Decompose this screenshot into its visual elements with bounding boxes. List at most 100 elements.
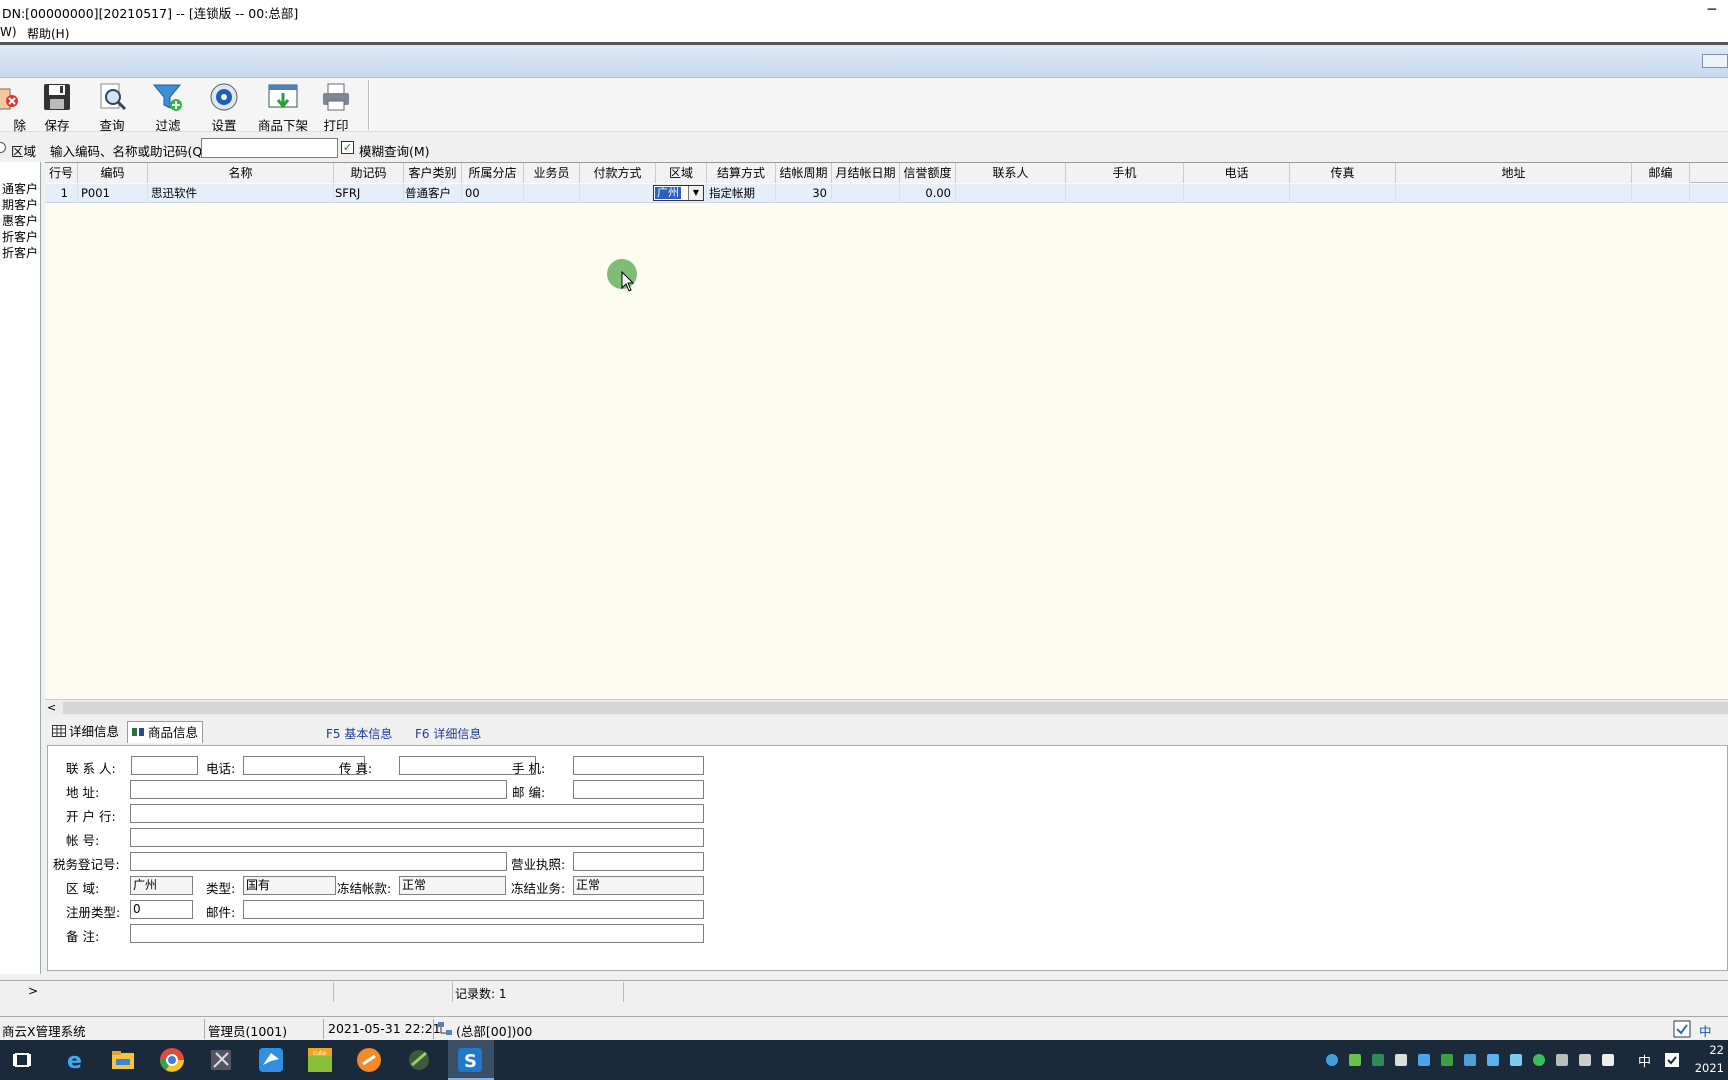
- expand-arrow-icon[interactable]: >: [28, 984, 38, 998]
- orange-app-icon[interactable]: [354, 1045, 384, 1075]
- save-button[interactable]: 保存: [31, 80, 83, 133]
- ime-indicator[interactable]: 中: [1699, 1021, 1712, 1040]
- region-radio[interactable]: [0, 142, 6, 153]
- cuteftp-icon[interactable]: cute: [305, 1045, 335, 1075]
- grid-horizontal-scrollbar[interactable]: <: [45, 699, 1728, 715]
- siyuan-app-icon[interactable]: S: [455, 1045, 485, 1075]
- chrome-icon[interactable]: [157, 1045, 187, 1075]
- ie-icon[interactable]: e: [60, 1045, 90, 1075]
- cell-cycle: 30: [776, 184, 832, 203]
- category-item[interactable]: 惠客户: [2, 212, 38, 229]
- tray-app-icon[interactable]: [1418, 1054, 1430, 1066]
- category-item[interactable]: 通客户: [2, 180, 38, 197]
- col-header-region[interactable]: 区域: [656, 163, 707, 183]
- col-header-payment[interactable]: 付款方式: [580, 163, 656, 183]
- tab-detail-info[interactable]: 详细信息: [49, 721, 123, 743]
- region-select[interactable]: 广州 ▼: [653, 185, 704, 201]
- category-item[interactable]: 折客户: [2, 244, 38, 261]
- tray-app-icon[interactable]: [1441, 1054, 1453, 1066]
- region-field[interactable]: 广州: [130, 876, 193, 895]
- taskbar-ime-indicator[interactable]: 中: [1638, 1051, 1651, 1070]
- chevron-down-icon[interactable]: ▼: [688, 186, 703, 200]
- tray-app-icon[interactable]: [1395, 1054, 1407, 1066]
- freeze-account-field[interactable]: 正常: [399, 876, 506, 895]
- col-header-category[interactable]: 客户类别: [404, 163, 462, 183]
- tax-field[interactable]: [130, 852, 507, 871]
- hint-f5: F5 基本信息: [326, 727, 393, 741]
- cell-payment: [580, 184, 656, 203]
- contact-label: 联 系 人:: [66, 761, 116, 776]
- col-header-address[interactable]: 地址: [1396, 163, 1632, 183]
- scrollbar-thumb[interactable]: [63, 702, 1728, 714]
- menu-bar: W) 帮助(H): [0, 22, 1728, 42]
- tray-app-icon[interactable]: [1556, 1054, 1568, 1066]
- col-header-settlement[interactable]: 结算方式: [707, 163, 776, 183]
- menu-item-help[interactable]: 帮助(H): [27, 25, 69, 42]
- col-header-fax[interactable]: 传真: [1290, 163, 1396, 183]
- task-view-icon[interactable]: [8, 1045, 38, 1075]
- tab-goods-info[interactable]: 商品信息: [127, 721, 204, 743]
- email-field[interactable]: [243, 900, 704, 919]
- tray-app-icon[interactable]: [1349, 1054, 1361, 1066]
- remark-field[interactable]: [130, 924, 704, 943]
- scroll-left-icon[interactable]: <: [47, 701, 56, 714]
- action-center-icon[interactable]: [1664, 1052, 1680, 1068]
- delete-button[interactable]: 除: [0, 80, 32, 133]
- col-header-name[interactable]: 名称: [148, 163, 334, 183]
- table-row[interactable]: 1 P001 思迅软件 SFRJ 普通客户 00 广州 ▼ 指定帐期 30 0.…: [45, 184, 1728, 203]
- filter-button[interactable]: 过滤: [142, 80, 194, 133]
- col-header-phone[interactable]: 电话: [1184, 163, 1290, 183]
- col-header-zip[interactable]: 邮编: [1632, 163, 1690, 183]
- address-field[interactable]: [130, 780, 507, 799]
- freeze-business-field[interactable]: 正常: [573, 876, 704, 895]
- clock-date[interactable]: 2021: [1695, 1061, 1724, 1075]
- print-button[interactable]: 打印: [310, 80, 362, 133]
- col-header-contact[interactable]: 联系人: [956, 163, 1066, 183]
- search-input-label: 输入编码、名称或助记码(Q): [50, 144, 208, 159]
- reg-type-field[interactable]: 0: [130, 900, 193, 919]
- tray-app-icon[interactable]: [1533, 1054, 1545, 1066]
- bird-app-icon[interactable]: [256, 1045, 286, 1075]
- col-header-credit[interactable]: 信誉额度: [900, 163, 956, 183]
- tray-app-icon[interactable]: [1372, 1054, 1384, 1066]
- license-field[interactable]: [573, 852, 704, 871]
- tray-app-icon[interactable]: [1326, 1054, 1338, 1066]
- search-input[interactable]: [201, 138, 338, 158]
- network-tray-icon[interactable]: [1579, 1054, 1591, 1066]
- contact-field[interactable]: [131, 756, 198, 775]
- file-explorer-icon[interactable]: [108, 1045, 138, 1075]
- bank-field[interactable]: [130, 804, 704, 823]
- volume-icon[interactable]: [1602, 1054, 1614, 1066]
- fuzzy-query-checkbox[interactable]: ✓: [341, 141, 354, 154]
- col-header-row-no[interactable]: 行号: [45, 163, 78, 183]
- col-header-branch[interactable]: 所属分店: [462, 163, 524, 183]
- query-button[interactable]: 查询: [86, 80, 138, 133]
- tray-app-icon[interactable]: [1510, 1054, 1522, 1066]
- account-field[interactable]: [130, 828, 704, 847]
- col-header-salesman[interactable]: 业务员: [524, 163, 580, 183]
- zip-field[interactable]: [573, 780, 704, 799]
- menu-item-window[interactable]: W): [0, 25, 17, 39]
- col-header-code[interactable]: 编码: [78, 163, 148, 183]
- restore-button[interactable]: [1702, 54, 1728, 68]
- type-field[interactable]: 国有: [243, 876, 336, 895]
- category-item[interactable]: 期客户: [2, 196, 38, 213]
- tools-icon[interactable]: [206, 1045, 236, 1075]
- col-header-mobile[interactable]: 手机: [1066, 163, 1184, 183]
- col-header-month-day[interactable]: 月结帐日期: [832, 163, 900, 183]
- tray-app-icon[interactable]: [1487, 1054, 1499, 1066]
- minimize-button[interactable]: ─: [1708, 2, 1716, 18]
- tray-app-icon[interactable]: [1464, 1054, 1476, 1066]
- checkbox-icon[interactable]: [1673, 1020, 1691, 1038]
- delist-goods-button[interactable]: 商品下架: [255, 80, 311, 133]
- green-app-icon[interactable]: [404, 1045, 434, 1075]
- col-header-cycle[interactable]: 结帐周期: [776, 163, 832, 183]
- app-name: 商云X管理系统: [2, 1024, 86, 1039]
- clock-time[interactable]: 22: [1709, 1043, 1724, 1057]
- category-item[interactable]: 折客户: [2, 228, 38, 245]
- settings-button[interactable]: 设置: [198, 80, 250, 133]
- col-header-mnemonic[interactable]: 助记码: [334, 163, 404, 183]
- region-select-value: 广州: [655, 186, 681, 199]
- mobile-field[interactable]: [573, 756, 704, 775]
- cell-settlement: 指定帐期: [707, 184, 776, 203]
